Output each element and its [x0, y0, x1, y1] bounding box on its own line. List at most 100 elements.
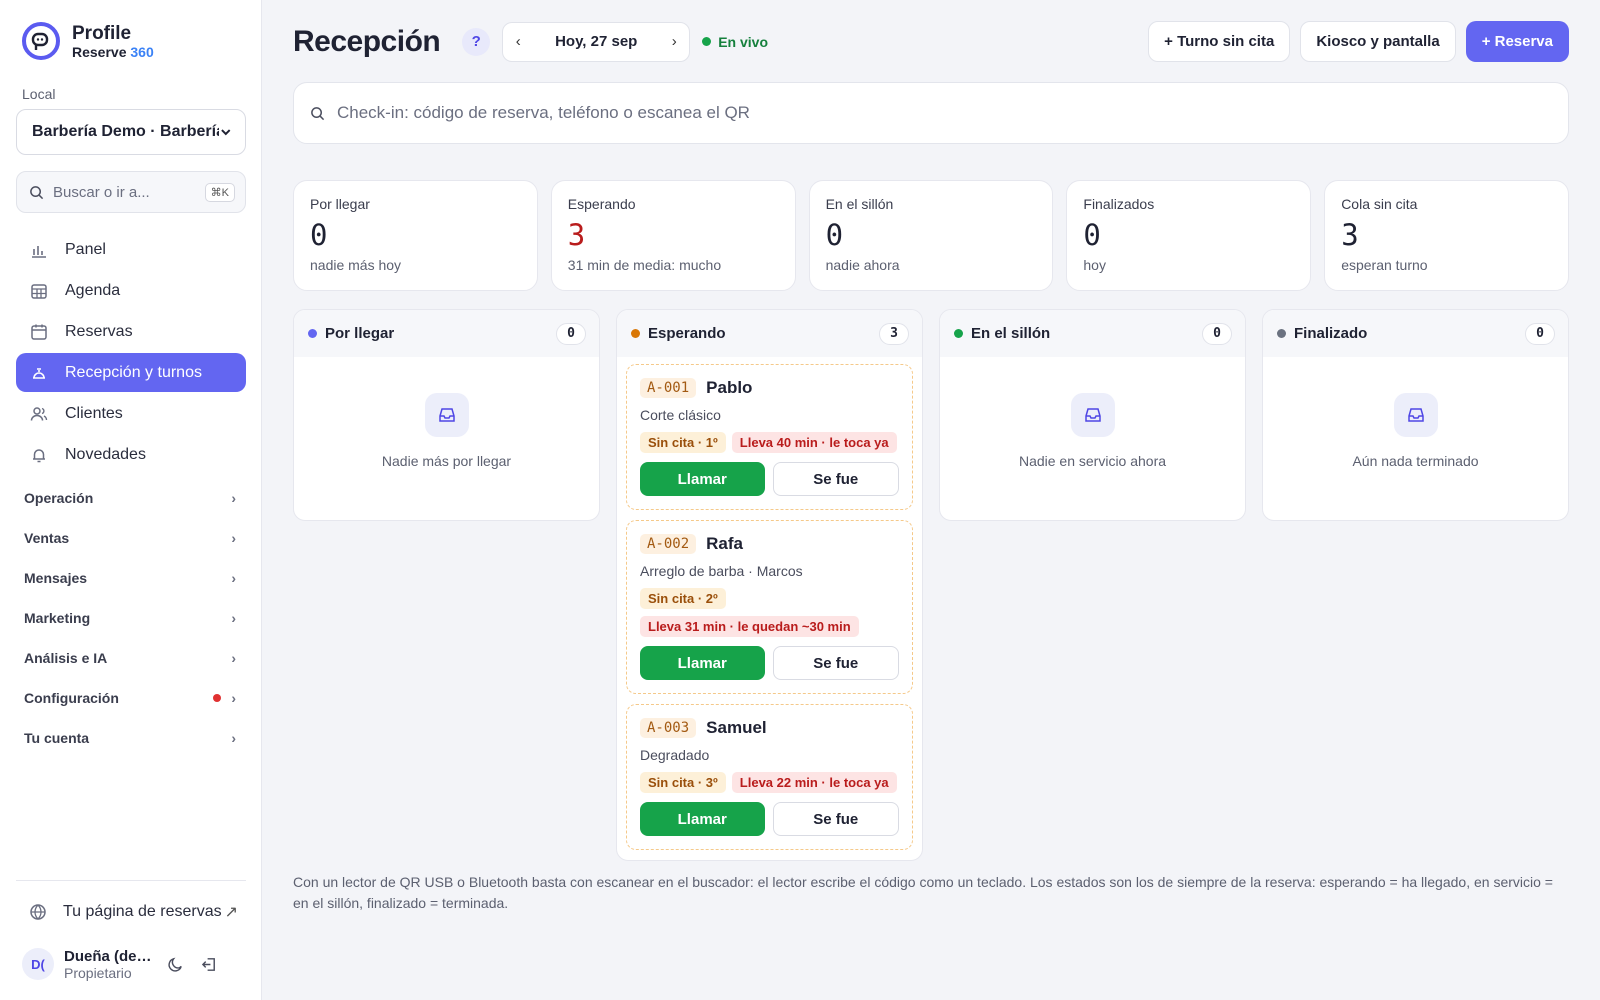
nav-group-ventas[interactable]: Ventas ›	[16, 518, 246, 558]
stat-card-esperando: Esperando 3 31 min de media: mucho	[550, 180, 796, 291]
queue-card[interactable]: A-002 Rafa Arreglo de barba · Marcos Sin…	[626, 520, 913, 694]
left-button[interactable]: Se fue	[772, 802, 899, 836]
brand-subtitle: Reserve 360	[72, 44, 154, 60]
chevron-right-icon: ›	[231, 530, 236, 546]
bar-chart-icon	[29, 240, 49, 260]
nav-group-label: Análisis e IA	[24, 650, 108, 666]
avatar[interactable]: D(	[22, 948, 54, 980]
stat-value: 0	[825, 218, 844, 252]
user-name: Dueña (demo)	[64, 947, 154, 965]
calendar-icon	[29, 322, 49, 342]
sidebar-item-reservas[interactable]: Reservas	[16, 312, 246, 351]
empty-text: Aún nada terminado	[1352, 453, 1479, 469]
stat-sub: nadie más hoy	[310, 257, 402, 273]
ticket-code: A-003	[640, 718, 697, 738]
stat-card-en-el-sillon: En el sillón 0 nadie ahora	[808, 180, 1054, 291]
sidebar-item-clientes[interactable]: Clientes	[16, 394, 246, 433]
sidebar-item-label: Panel	[65, 240, 106, 258]
chevron-right-icon: ›	[231, 690, 236, 706]
nav-group-configuracion[interactable]: Configuración ›	[16, 678, 246, 718]
walk-in-turn-button[interactable]: + Turno sin cita	[1148, 21, 1291, 62]
call-button[interactable]: Llamar	[640, 646, 765, 680]
inbox-icon	[1393, 393, 1438, 437]
nav-groups: Operación › Ventas › Mensajes › Marketing › …	[16, 478, 246, 758]
column-header: Finalizado 0	[1263, 310, 1568, 357]
nav-group-mensajes[interactable]: Mensajes ›	[16, 558, 246, 598]
external-link-icon: ↗	[224, 904, 238, 921]
left-button[interactable]: Se fue	[772, 462, 899, 496]
column-count: 3	[879, 322, 909, 345]
bell-icon	[29, 445, 49, 465]
waiting-list: A-001 Pablo Corte clásico Sin cita · 1º …	[617, 357, 922, 860]
empty-text: Nadie en servicio ahora	[1018, 453, 1167, 469]
main-nav: Panel Agenda Reservas Recepción y turnos…	[16, 230, 246, 476]
shortcut-badge: ⌘K	[204, 182, 235, 202]
nav-group-label: Mensajes	[24, 570, 88, 586]
ticket-code: A-001	[640, 378, 697, 398]
brand-sub-accent: 360	[130, 43, 154, 60]
column-en-el-sillon: En el sillón 0 Nadie en servicio ahora	[939, 309, 1246, 521]
help-footnote: Con un lector de QR USB o Bluetooth bast…	[293, 874, 1553, 911]
booking-page-label: Tu página de reservas	[63, 903, 222, 920]
local-label: Local	[22, 86, 56, 102]
sidebar-search-input[interactable]: Buscar o ir a... ⌘K	[16, 171, 246, 213]
queue-position-badge: Sin cita · 3º	[640, 772, 726, 793]
sidebar-item-panel[interactable]: Panel	[16, 230, 246, 269]
stats-row: Por llegar 0 nadie más hoy Esperando 3 3…	[293, 180, 1569, 291]
next-day-button[interactable]: ›	[659, 33, 689, 50]
column-finalizado: Finalizado 0 Aún nada terminado	[1262, 309, 1569, 521]
kiosk-screen-button[interactable]: Kiosco y pantalla	[1300, 21, 1456, 62]
new-reservation-button[interactable]: + Reserva	[1465, 21, 1569, 62]
call-button[interactable]: Llamar	[640, 802, 765, 836]
user-role: Propietario	[64, 964, 132, 981]
left-button[interactable]: Se fue	[772, 646, 899, 680]
nav-group-label: Ventas	[24, 530, 70, 546]
client-name: Pablo	[706, 378, 753, 397]
stat-value: 3	[567, 218, 586, 252]
nav-group-tu-cuenta[interactable]: Tu cuenta ›	[16, 718, 246, 758]
dark-mode-toggle[interactable]	[162, 951, 188, 977]
queue-card[interactable]: A-003 Samuel Degradado Sin cita · 3º Lle…	[626, 704, 913, 850]
nav-group-label: Configuración	[24, 690, 119, 706]
column-title: Esperando	[648, 325, 726, 342]
live-label: En vivo	[718, 33, 769, 50]
stat-value: 0	[1083, 218, 1101, 252]
sidebar-item-label: Agenda	[65, 281, 121, 299]
logout-icon	[201, 957, 215, 971]
current-date[interactable]: Hoy, 27 sep	[533, 33, 659, 50]
user-profile: D( Dueña (demo) Propietario	[22, 944, 244, 984]
prev-day-button[interactable]: ‹	[503, 33, 533, 50]
nav-group-analisis[interactable]: Análisis e IA ›	[16, 638, 246, 678]
column-por-llegar: Por llegar 0 Nadie más por llegar	[293, 309, 600, 521]
help-button[interactable]: ?	[462, 27, 491, 56]
logout-button[interactable]	[196, 951, 222, 977]
stat-value: 3	[1341, 218, 1359, 252]
sidebar-item-label: Reservas	[65, 322, 133, 340]
globe-icon	[29, 903, 47, 921]
sidebar-item-agenda[interactable]: Agenda	[16, 271, 246, 310]
column-esperando: Esperando 3 A-001 Pablo Corte clásico Si…	[616, 309, 923, 861]
booking-page-link[interactable]: Tu página de reservas ↗	[16, 893, 246, 931]
sidebar-item-novedades[interactable]: Novedades	[16, 435, 246, 474]
date-navigator: ‹ Hoy, 27 sep ›	[502, 21, 691, 62]
users-icon	[29, 404, 49, 424]
call-button[interactable]: Llamar	[640, 462, 765, 496]
stat-card-finalizados: Finalizados 0 hoy	[1066, 180, 1312, 291]
wait-time-badge: Lleva 22 min · le toca ya	[731, 772, 897, 793]
stat-label: Finalizados	[1083, 196, 1155, 212]
column-header: Esperando 3	[617, 310, 922, 357]
inbox-icon	[424, 393, 469, 437]
sidebar-divider	[16, 880, 246, 881]
stat-label: En el sillón	[825, 196, 894, 212]
reception-bell-icon	[29, 363, 49, 383]
queue-card[interactable]: A-001 Pablo Corte clásico Sin cita · 1º …	[626, 364, 913, 510]
stat-sub: nadie ahora	[825, 257, 900, 273]
nav-group-operacion[interactable]: Operación ›	[16, 478, 246, 518]
checkin-search-input[interactable]: Check-in: código de reserva, teléfono o …	[293, 82, 1569, 144]
brand[interactable]: Profile Reserve 360	[22, 22, 154, 60]
sidebar-item-recepcion[interactable]: Recepción y turnos	[16, 353, 246, 392]
stat-label: Por llegar	[310, 196, 370, 212]
local-select[interactable]: Barbería Demo · Barbería	[16, 109, 246, 155]
stat-label: Cola sin cita	[1341, 196, 1418, 212]
nav-group-marketing[interactable]: Marketing ›	[16, 598, 246, 638]
